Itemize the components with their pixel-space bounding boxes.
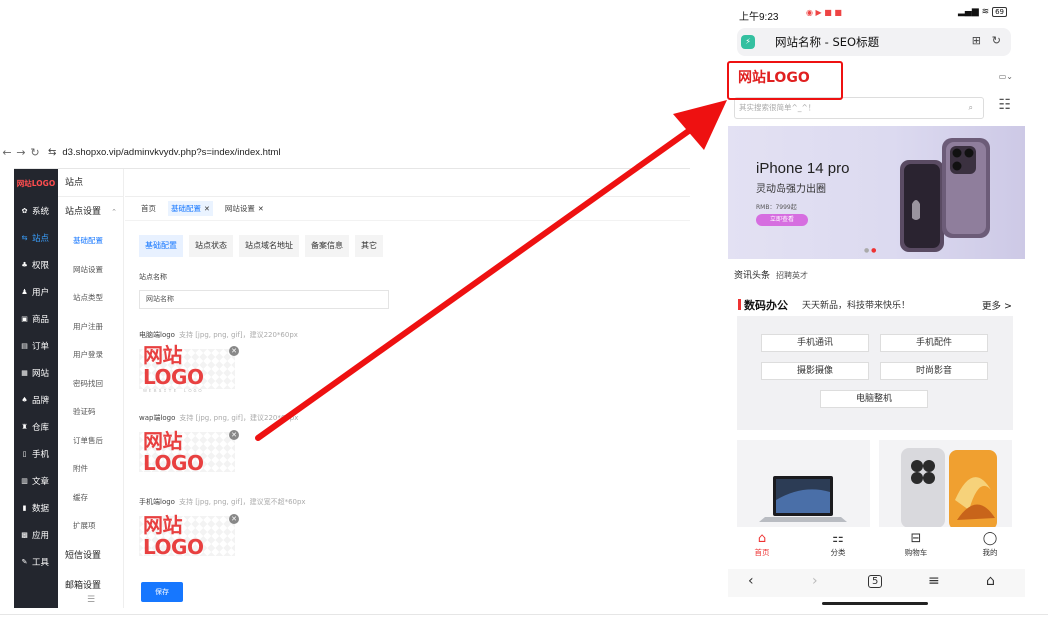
page-divider	[0, 614, 1048, 615]
screenshot-root: ← → ↻ ⇆ d3.shopxo.vip/adminvkvydv.php?s=…	[0, 0, 1048, 622]
annotation-arrow	[255, 100, 727, 441]
